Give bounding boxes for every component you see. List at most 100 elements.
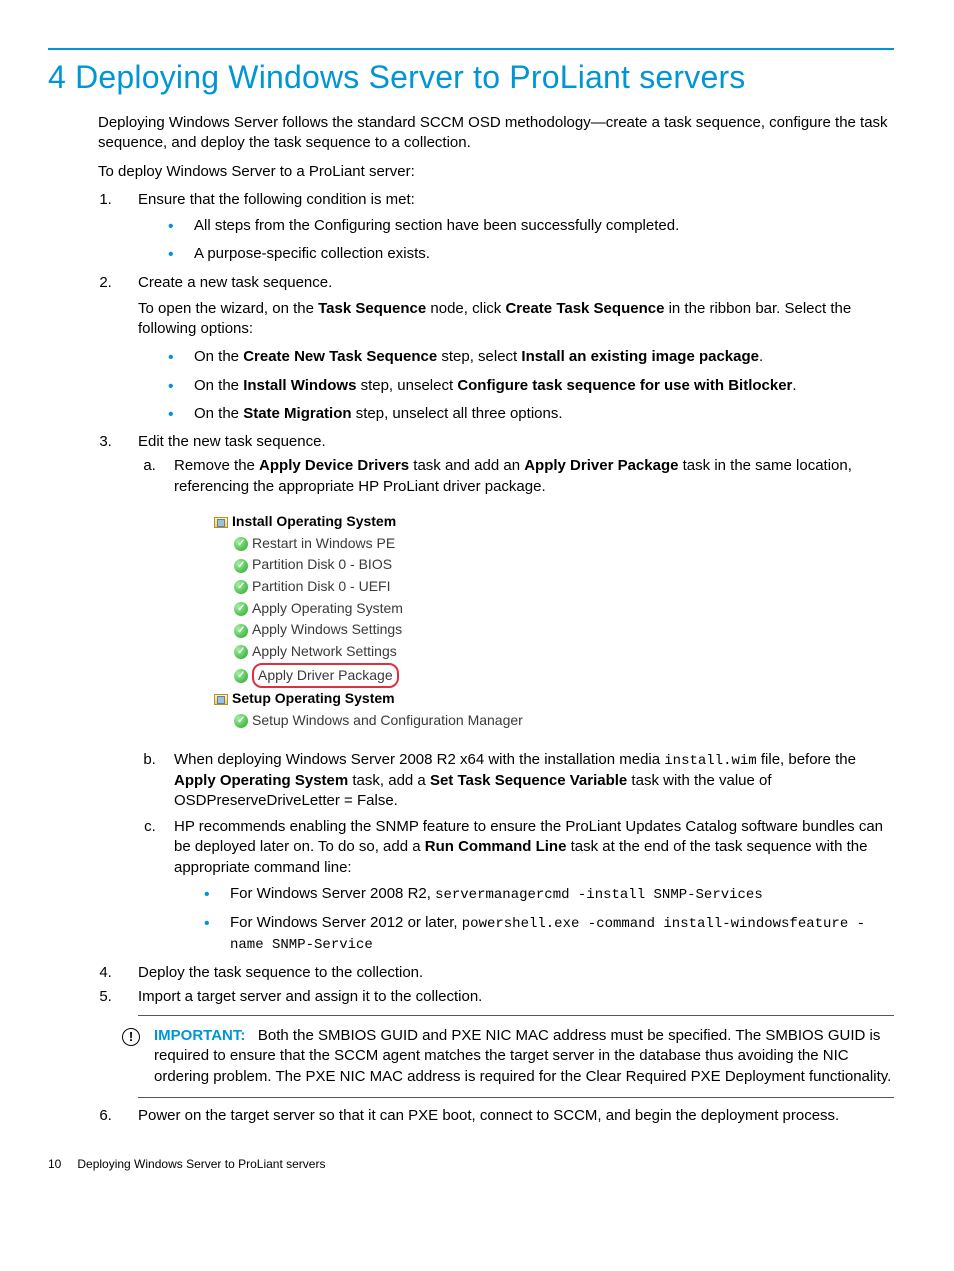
t: Configure task sequence for use with Bit… bbox=[457, 377, 792, 394]
folder-icon bbox=[214, 517, 228, 528]
step-6: Power on the target server so that it ca… bbox=[116, 1106, 894, 1126]
step-2: Create a new task sequence. To open the … bbox=[116, 273, 894, 425]
task-sequence-tree: Install Operating System Restart in Wind… bbox=[214, 511, 894, 732]
step-3c-bullets: For Windows Server 2008 R2, servermanage… bbox=[174, 884, 894, 955]
step-3-alpha-list: Remove the Apply Device Drivers task and… bbox=[138, 456, 894, 954]
code-text: servermanagercmd -install SNMP-Services bbox=[435, 887, 763, 903]
tree-group-label: Install Operating System bbox=[232, 513, 396, 529]
step-1-text: Ensure that the following condition is m… bbox=[138, 191, 415, 208]
step-1-bullet-2: A purpose-specific collection exists. bbox=[168, 244, 894, 264]
callout-label: IMPORTANT: bbox=[154, 1027, 245, 1044]
step-3c-bullet-2: For Windows Server 2012 or later, powers… bbox=[204, 913, 894, 955]
step-2-bullet-3: On the State Migration step, unselect al… bbox=[168, 404, 894, 424]
tree-item-label: Partition Disk 0 - BIOS bbox=[252, 556, 392, 572]
step-2-paragraph: To open the wizard, on the Task Sequence… bbox=[138, 299, 894, 340]
t: Set Task Sequence Variable bbox=[430, 772, 627, 789]
t: State Migration bbox=[243, 405, 351, 422]
main-ordered-list: Ensure that the following condition is m… bbox=[98, 190, 894, 1126]
step-3c-bullet-1: For Windows Server 2008 R2, servermanage… bbox=[204, 884, 894, 905]
tree-item: Restart in Windows PE bbox=[234, 533, 894, 555]
t: On the bbox=[194, 405, 243, 422]
tree-group-install: Install Operating System bbox=[214, 511, 894, 533]
important-icon: ! bbox=[122, 1028, 140, 1046]
t: Apply Device Drivers bbox=[259, 457, 409, 474]
t: Apply Driver Package bbox=[524, 457, 678, 474]
t: When deploying Windows Server 2008 R2 x6… bbox=[174, 751, 664, 768]
t: Run Command Line bbox=[425, 838, 567, 855]
tree-group-label: Setup Operating System bbox=[232, 690, 395, 706]
tree-item: Apply Windows Settings bbox=[234, 619, 894, 641]
callout-body: IMPORTANT: Both the SMBIOS GUID and PXE … bbox=[154, 1026, 894, 1087]
footer-title: Deploying Windows Server to ProLiant ser… bbox=[77, 1157, 325, 1171]
page-footer: 10 Deploying Windows Server to ProLiant s… bbox=[48, 1156, 894, 1172]
t: On the bbox=[194, 377, 243, 394]
t: task, add a bbox=[348, 772, 430, 789]
t: To open the wizard, on the bbox=[138, 300, 318, 317]
t: Task Sequence bbox=[318, 300, 426, 317]
step-5-text: Import a target server and assign it to … bbox=[138, 988, 482, 1005]
t: On the bbox=[194, 348, 243, 365]
t: Apply Operating System bbox=[174, 772, 348, 789]
t: step, select bbox=[437, 348, 521, 365]
step-1-bullet-1: All steps from the Configuring section h… bbox=[168, 216, 894, 236]
important-callout: ! IMPORTANT: Both the SMBIOS GUID and PX… bbox=[138, 1015, 894, 1098]
tree-item: Apply Network Settings bbox=[234, 641, 894, 663]
t: step, unselect bbox=[356, 377, 457, 394]
tree-group-setup: Setup Operating System bbox=[214, 688, 894, 710]
page-number: 10 bbox=[48, 1157, 61, 1171]
callout-text: Both the SMBIOS GUID and PXE NIC MAC add… bbox=[154, 1027, 891, 1085]
tree-item-label: Restart in Windows PE bbox=[252, 535, 395, 551]
t: Create New Task Sequence bbox=[243, 348, 437, 365]
step-1-bullets: All steps from the Configuring section h… bbox=[138, 216, 894, 265]
step-3a: Remove the Apply Device Drivers task and… bbox=[160, 456, 894, 731]
t: step, unselect all three options. bbox=[352, 405, 563, 422]
t: task and add an bbox=[409, 457, 524, 474]
step-3-text: Edit the new task sequence. bbox=[138, 433, 326, 450]
tree-item-label: Apply Operating System bbox=[252, 600, 403, 616]
step-2-bullet-1: On the Create New Task Sequence step, se… bbox=[168, 347, 894, 367]
check-icon bbox=[234, 714, 248, 728]
t: For Windows Server 2008 R2, bbox=[230, 885, 435, 902]
check-icon bbox=[234, 559, 248, 573]
check-icon bbox=[234, 624, 248, 638]
top-rule bbox=[48, 48, 894, 50]
step-2-bullets: On the Create New Task Sequence step, se… bbox=[138, 347, 894, 424]
tree-item: Partition Disk 0 - UEFI bbox=[234, 576, 894, 598]
step-1: Ensure that the following condition is m… bbox=[116, 190, 894, 265]
tree-item-label: Apply Windows Settings bbox=[252, 621, 402, 637]
step-2-bullet-2: On the Install Windows step, unselect Co… bbox=[168, 376, 894, 396]
t: Install an existing image package bbox=[521, 348, 759, 365]
tree-item-label-highlighted: Apply Driver Package bbox=[252, 663, 399, 689]
t: . bbox=[759, 348, 763, 365]
t: . bbox=[792, 377, 796, 394]
t: Create Task Sequence bbox=[505, 300, 664, 317]
step-2-text: Create a new task sequence. bbox=[138, 274, 332, 291]
check-icon bbox=[234, 537, 248, 551]
chapter-heading: 4 Deploying Windows Server to ProLiant s… bbox=[48, 56, 894, 99]
folder-icon bbox=[214, 694, 228, 705]
step-3b: When deploying Windows Server 2008 R2 x6… bbox=[160, 750, 894, 811]
tree-item: Partition Disk 0 - BIOS bbox=[234, 554, 894, 576]
content-block: Deploying Windows Server follows the sta… bbox=[98, 113, 894, 1126]
intro-paragraph: Deploying Windows Server follows the sta… bbox=[98, 113, 894, 154]
tree-item-label: Partition Disk 0 - UEFI bbox=[252, 578, 390, 594]
tree-item-label: Apply Network Settings bbox=[252, 643, 397, 659]
tree-item-highlighted: Apply Driver Package bbox=[234, 663, 894, 689]
tree-item: Setup Windows and Configuration Manager bbox=[234, 710, 894, 732]
step-3c: HP recommends enabling the SNMP feature … bbox=[160, 817, 894, 954]
step-3: Edit the new task sequence. Remove the A… bbox=[116, 432, 894, 954]
tree-item: Apply Operating System bbox=[234, 598, 894, 620]
step-4: Deploy the task sequence to the collecti… bbox=[116, 963, 894, 983]
t: Install Windows bbox=[243, 377, 356, 394]
check-icon bbox=[234, 669, 248, 683]
lead-paragraph: To deploy Windows Server to a ProLiant s… bbox=[98, 162, 894, 182]
step-5: Import a target server and assign it to … bbox=[116, 987, 894, 1098]
check-icon bbox=[234, 580, 248, 594]
tree-item-label: Setup Windows and Configuration Manager bbox=[252, 712, 523, 728]
check-icon bbox=[234, 602, 248, 616]
t: For Windows Server 2012 or later, bbox=[230, 914, 462, 931]
t: file, before the bbox=[757, 751, 856, 768]
check-icon bbox=[234, 645, 248, 659]
code-text: install.wim bbox=[664, 753, 756, 769]
t: node, click bbox=[426, 300, 505, 317]
